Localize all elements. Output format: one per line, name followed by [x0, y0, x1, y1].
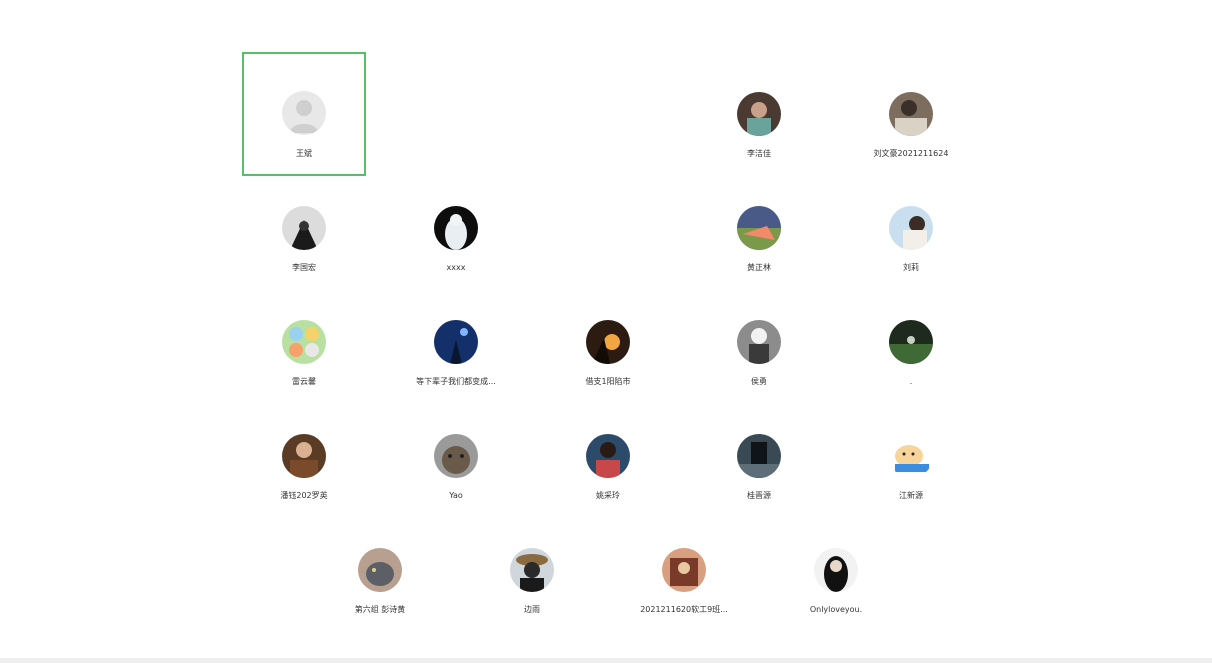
member-name: 第六组 彭诗黄 [354, 605, 406, 614]
avatar [586, 434, 630, 478]
member-name: 借支1阳陷市 [585, 377, 631, 386]
member-name: Onlyloveyou. [809, 605, 863, 614]
member-card[interactable]: 2021211620软工9班... [622, 508, 746, 632]
avatar [889, 92, 933, 136]
default-avatar-icon [282, 91, 326, 135]
member-name: 李国宏 [292, 263, 316, 272]
member-card[interactable]: 雷云馨 [242, 280, 366, 404]
avatar [889, 206, 933, 250]
member-card[interactable]: . [849, 280, 973, 404]
member-name: 等下辈子我们都变成... [416, 377, 496, 386]
avatar [282, 320, 326, 364]
member-card[interactable]: 桂晋源 [697, 394, 821, 518]
avatar [510, 548, 554, 592]
member-card[interactable]: 李国宏 [242, 166, 366, 290]
member-name: 王斌 [296, 149, 312, 158]
member-name: xxxx [446, 263, 466, 272]
avatar [586, 320, 630, 364]
avatar [282, 206, 326, 250]
member-name: 刘莉 [903, 263, 919, 272]
member-card[interactable]: Yao [394, 394, 518, 518]
member-name: 潘钰202罗英 [280, 491, 328, 500]
member-card[interactable]: 借支1阳陷市 [546, 280, 670, 404]
member-name: 雷云馨 [292, 377, 316, 386]
avatar [434, 320, 478, 364]
member-name: 刘文豪2021211624 [873, 149, 949, 158]
member-card[interactable]: 王斌 [242, 52, 366, 176]
cartoon-dog-icon [889, 434, 933, 478]
member-name: 2021211620软工9班... [640, 605, 728, 614]
avatar [737, 434, 781, 478]
member-card[interactable]: 刘莉 [849, 166, 973, 290]
member-card[interactable]: 等下辈子我们都变成... [394, 280, 518, 404]
avatar [662, 548, 706, 592]
member-card[interactable]: xxxx [394, 166, 518, 290]
member-card[interactable]: 李洁佳 [697, 52, 821, 176]
member-card[interactable]: 潘钰202罗英 [242, 394, 366, 518]
member-name: 姚采玲 [596, 491, 620, 500]
member-card[interactable]: 刘文豪2021211624 [849, 52, 973, 176]
avatar [282, 434, 326, 478]
member-name: 桂晋源 [747, 491, 771, 500]
member-name: . [909, 377, 913, 386]
avatar [434, 434, 478, 478]
member-name: 侯勇 [751, 377, 767, 386]
member-card[interactable]: 边雨 [470, 508, 594, 632]
bottom-scroll-bar [0, 658, 1212, 663]
member-name: Yao [449, 491, 463, 500]
member-name: 黄正林 [747, 263, 771, 272]
avatar [889, 320, 933, 364]
member-card[interactable]: 第六组 彭诗黄 [318, 508, 442, 632]
avatar [434, 206, 478, 250]
avatar [737, 92, 781, 136]
member-name: 江新源 [899, 491, 923, 500]
member-card[interactable]: Onlyloveyou. [774, 508, 898, 632]
avatar [814, 548, 858, 592]
member-name: 边雨 [524, 605, 540, 614]
group-members-page: 王斌 李洁佳 刘文豪2021211624 李国宏 xxxx 黄正林 刘莉 雷云馨… [0, 0, 1212, 663]
avatar [737, 320, 781, 364]
member-card[interactable]: 黄正林 [697, 166, 821, 290]
member-card[interactable]: 江新源 [849, 394, 973, 518]
avatar [737, 206, 781, 250]
member-card[interactable]: 姚采玲 [546, 394, 670, 518]
member-card[interactable]: 侯勇 [697, 280, 821, 404]
avatar [358, 548, 402, 592]
member-name: 李洁佳 [747, 149, 771, 158]
